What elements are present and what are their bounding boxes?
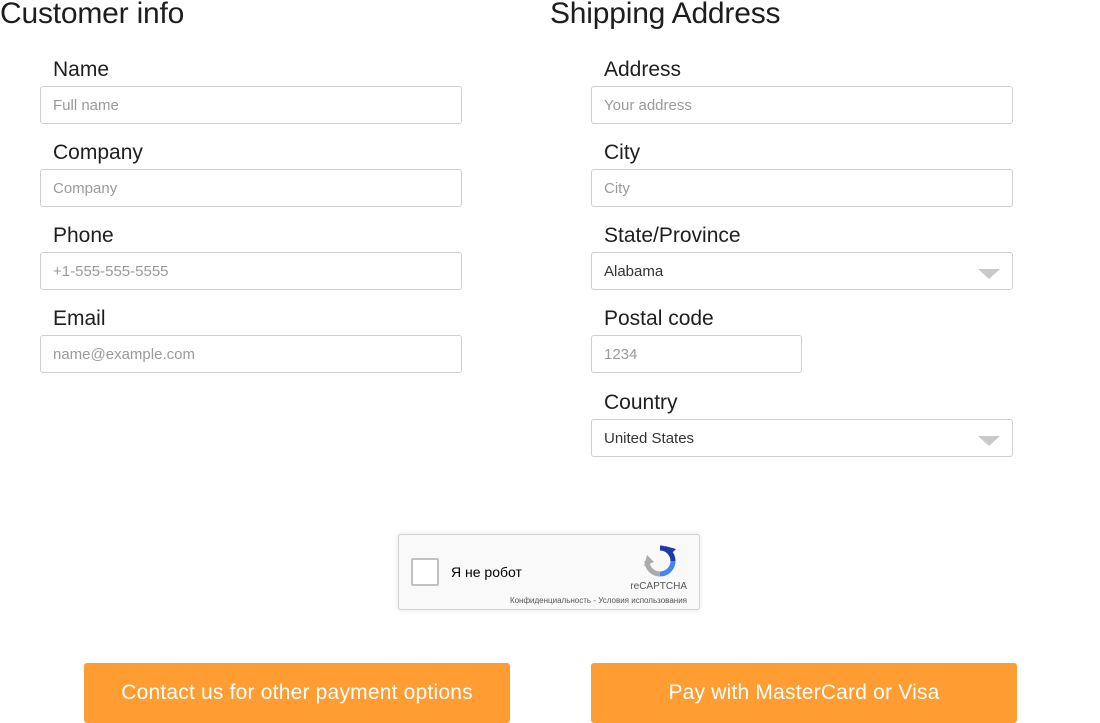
company-input[interactable]: [40, 169, 462, 207]
state-label: State/Province: [604, 224, 741, 247]
chevron-down-icon: [978, 269, 1000, 279]
name-label: Name: [53, 58, 110, 81]
company-label: Company: [53, 141, 143, 164]
phone-label: Phone: [53, 224, 114, 247]
city-input[interactable]: [591, 169, 1013, 207]
state-select[interactable]: Alabama: [591, 252, 1013, 290]
recaptcha-privacy-link[interactable]: Конфиденциальность: [510, 596, 591, 605]
email-label: Email: [53, 307, 106, 330]
contact-payment-options-button[interactable]: Contact us for other payment options: [84, 663, 510, 723]
checkout-page: Customer info Name Company Phone Email S…: [0, 0, 1100, 723]
country-select[interactable]: United States: [591, 419, 1013, 457]
recaptcha-checkbox[interactable]: [411, 558, 439, 586]
state-selected-value: Alabama: [604, 262, 664, 280]
address-input[interactable]: [591, 86, 1013, 124]
postal-code-label: Postal code: [604, 307, 714, 330]
customer-info-title: Customer info: [0, 0, 185, 30]
city-label: City: [604, 141, 641, 164]
recaptcha-brand: reCAPTCHA: [630, 581, 687, 592]
name-input[interactable]: [40, 86, 462, 124]
recaptcha-logo-icon: [644, 545, 676, 577]
country-selected-value: United States: [604, 429, 695, 447]
recaptcha-widget: Я не робот reCAPTCHA Конфиденциальность …: [398, 534, 700, 610]
recaptcha-terms-link[interactable]: Условия использования: [598, 596, 687, 605]
pay-card-button[interactable]: Pay with MasterCard or Visa: [591, 663, 1017, 723]
address-label: Address: [604, 58, 682, 81]
recaptcha-links: Конфиденциальность - Условия использован…: [510, 596, 687, 605]
recaptcha-label: Я не робот: [451, 564, 522, 580]
country-label: Country: [604, 391, 678, 414]
shipping-address-title: Shipping Address: [550, 0, 781, 30]
phone-input[interactable]: [40, 252, 462, 290]
email-input[interactable]: [40, 335, 462, 373]
chevron-down-icon: [978, 436, 1000, 446]
postal-code-input[interactable]: [591, 335, 802, 373]
